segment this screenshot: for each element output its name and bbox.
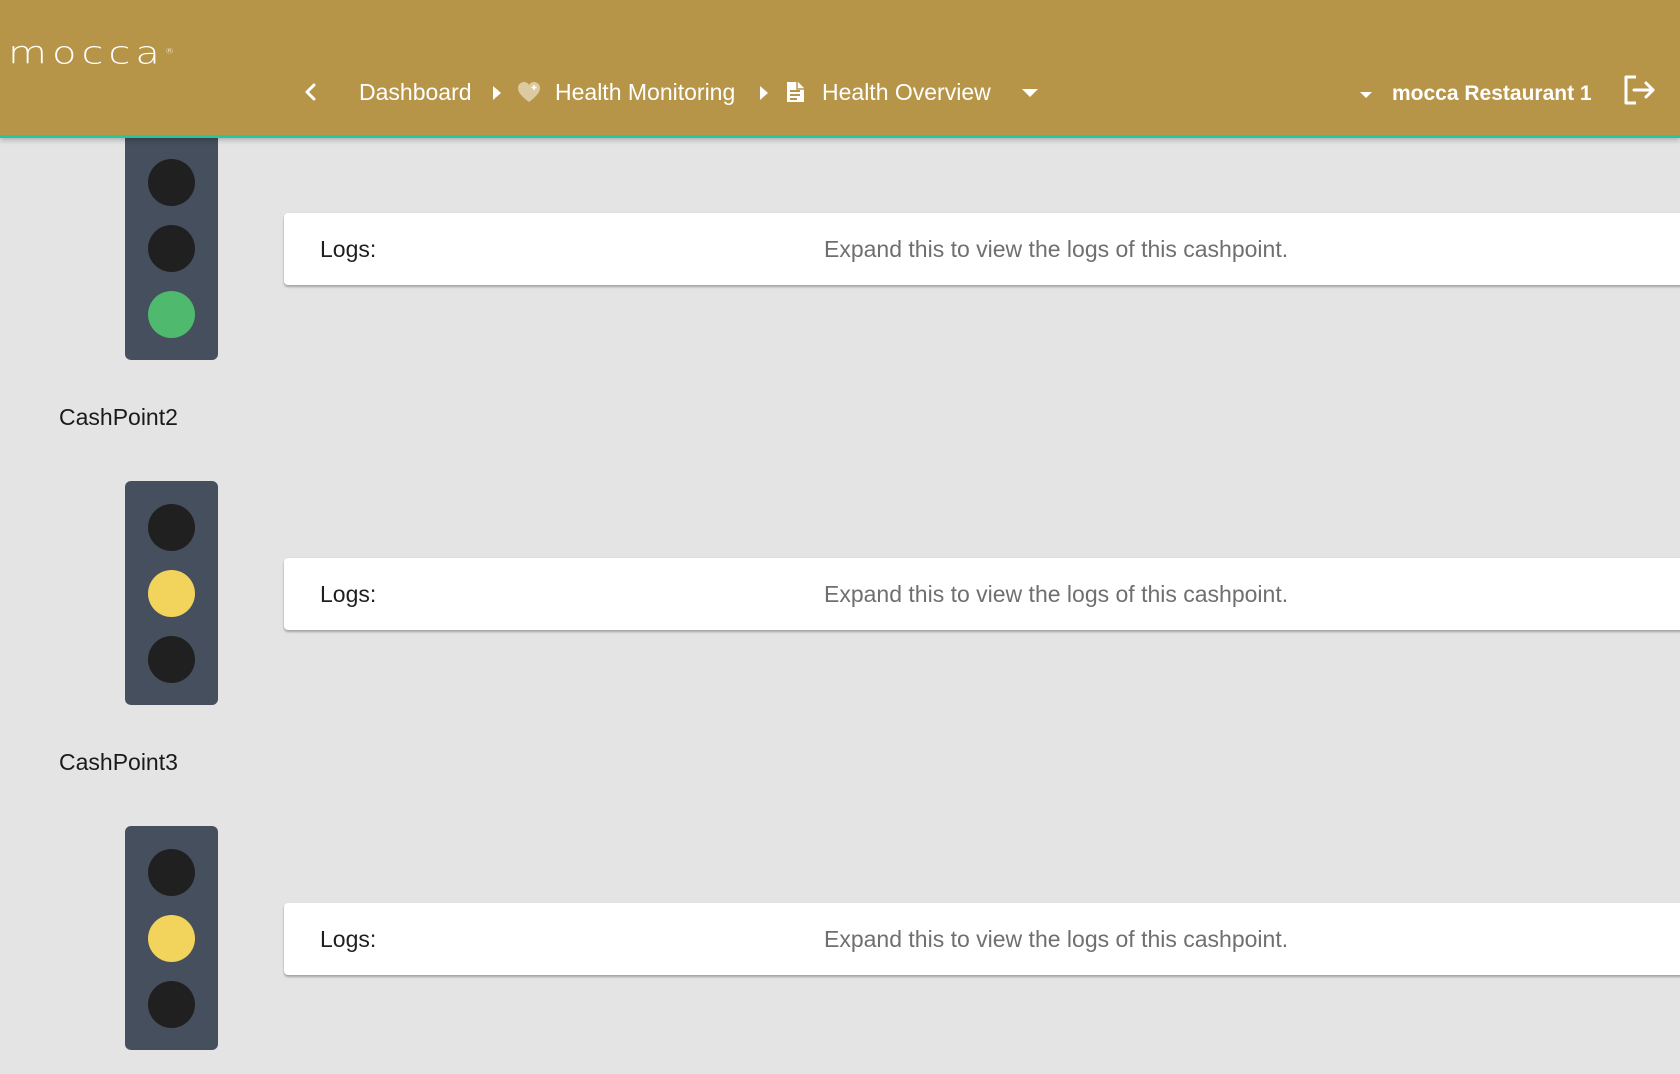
caret-down-icon[interactable] <box>1021 88 1039 98</box>
restaurant-name: mocca Restaurant 1 <box>1392 82 1592 105</box>
restaurant-selector[interactable]: mocca Restaurant 1 <box>1352 78 1592 110</box>
logs-label: Logs: <box>320 581 377 607</box>
lamp-green-on <box>148 291 195 338</box>
logs-label: Logs: <box>320 236 377 262</box>
document-icon <box>787 82 804 102</box>
logs-expansion-panel[interactable]: Logs: Expand this to view the logs of th… <box>284 213 1680 285</box>
traffic-light <box>125 826 218 1050</box>
lamp-red-off <box>148 159 195 206</box>
breadcrumb-health-monitoring[interactable]: Health Monitoring <box>555 76 735 108</box>
lamp-yellow-on <box>148 570 195 617</box>
lamp-red-off <box>148 849 195 896</box>
breadcrumb-health-overview[interactable]: Health Overview <box>822 76 991 108</box>
logo-registered-mark: ® <box>164 48 174 56</box>
lamp-green-off <box>148 636 195 683</box>
lamp-yellow-on <box>148 915 195 962</box>
heart-icon <box>518 82 540 102</box>
lamp-red-off <box>148 504 195 551</box>
cashpoint-name: CashPoint3 <box>59 749 178 775</box>
mocca-logo[interactable]: mocca® <box>8 38 174 69</box>
logs-label: Logs: <box>320 926 377 952</box>
caret-right-icon <box>760 86 768 100</box>
traffic-light <box>125 481 218 705</box>
caret-down-icon <box>1360 92 1372 98</box>
logo-text: mocca <box>8 35 165 72</box>
cashpoint-name: CashPoint2 <box>59 404 178 430</box>
logs-expansion-panel[interactable]: Logs: Expand this to view the logs of th… <box>284 558 1680 630</box>
logout-icon[interactable] <box>1622 74 1658 106</box>
logs-hint: Expand this to view the logs of this cas… <box>824 581 1289 607</box>
lamp-green-off <box>148 981 195 1028</box>
breadcrumb-dashboard[interactable]: Dashboard <box>359 76 472 108</box>
chevron-left-icon[interactable] <box>302 82 320 102</box>
caret-right-icon <box>493 86 501 100</box>
top-header: mocca® Dashboard Health Monitoring Healt… <box>0 0 1680 138</box>
logs-hint: Expand this to view the logs of this cas… <box>824 236 1289 262</box>
logs-hint: Expand this to view the logs of this cas… <box>824 926 1289 952</box>
traffic-light <box>125 130 218 360</box>
lamp-yellow-off <box>148 225 195 272</box>
logs-expansion-panel[interactable]: Logs: Expand this to view the logs of th… <box>284 903 1680 975</box>
